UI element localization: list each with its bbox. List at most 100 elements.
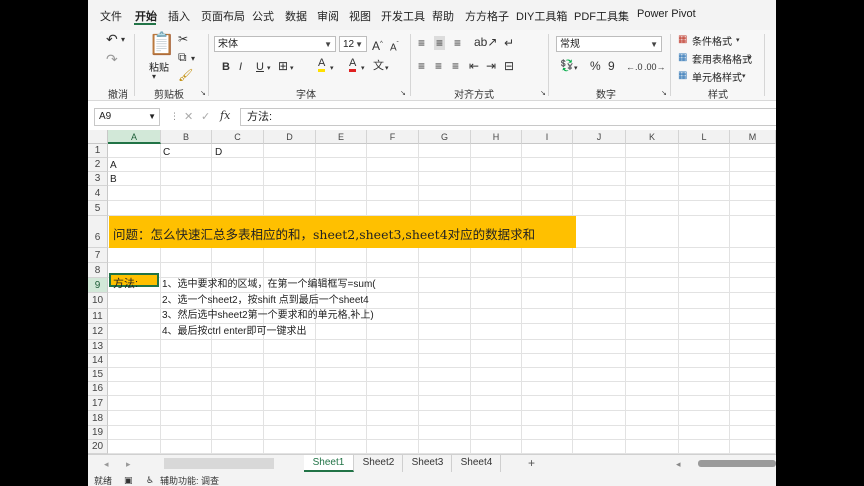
comma-style-button[interactable]: 9 [608, 59, 615, 73]
column-header-i[interactable]: I [522, 130, 573, 144]
tab-pdf-tools[interactable]: PDF工具集 [574, 8, 629, 24]
fill-color-button[interactable]: A [318, 58, 326, 72]
align-bottom-icon[interactable]: ≡ [454, 36, 461, 50]
tab-diy-toolbox[interactable]: DIY工具箱 [516, 8, 567, 24]
horizontal-scrollbar[interactable] [698, 460, 776, 467]
shrink-font-button[interactable]: Aˇ [390, 38, 399, 55]
confirm-entry-icon[interactable]: ✓ [201, 110, 210, 124]
decrease-indent-icon[interactable]: ⇤ [469, 59, 479, 73]
copy-dropdown-icon[interactable]: ▾ [191, 52, 195, 66]
format-as-table-button[interactable]: 套用表格格式 [692, 51, 752, 66]
macro-record-icon[interactable]: ▣ [124, 473, 133, 486]
column-header-e[interactable]: E [316, 130, 367, 144]
row-header-14[interactable]: 14 [88, 354, 108, 368]
merge-cells-icon[interactable]: ⊟ [504, 59, 514, 73]
chevron-down-icon[interactable]: ▾ [742, 70, 746, 84]
underline-button[interactable]: U [256, 60, 264, 74]
border-icon[interactable]: ⊞ [278, 59, 288, 73]
cell-styles-button[interactable]: 单元格样式 [692, 69, 742, 84]
conditional-format-button[interactable]: 条件格式 [692, 33, 732, 48]
increase-decimal-icon[interactable]: ←.0 [626, 60, 643, 74]
italic-button[interactable]: I [239, 60, 242, 74]
column-header-j[interactable]: J [573, 130, 626, 144]
row-header-3[interactable]: 3 [88, 172, 108, 186]
number-launcher-icon[interactable]: ↘ [661, 87, 667, 101]
decrease-decimal-icon[interactable]: .00→ [644, 60, 666, 74]
tab-data[interactable]: 数据 [285, 8, 307, 24]
font-size-select[interactable]: 12 ▼ [339, 36, 367, 52]
font-color-dropdown-icon[interactable]: ▾ [361, 62, 365, 76]
row-header-1[interactable]: 1 [88, 144, 108, 158]
row-header-13[interactable]: 13 [88, 340, 108, 354]
paste-dropdown-icon[interactable]: ▾ [152, 70, 156, 84]
sheet-tab-sheet2[interactable]: Sheet2 [355, 455, 403, 472]
column-header-h[interactable]: H [471, 130, 522, 144]
row-header-2[interactable]: 2 [88, 158, 108, 172]
sheet-tab-sheet3[interactable]: Sheet3 [404, 455, 452, 472]
worksheet-grid[interactable]: ABCDEFGHIJKLM 1 2 3 4 5 6 7 8 9 10 11 12 13 14 15 16 17 1… [88, 130, 776, 454]
tab-page-layout[interactable]: 页面布局 [201, 8, 245, 24]
step-4-text[interactable]: 4、最后按ctrl enter即可一键求出 [162, 322, 306, 337]
tab-review[interactable]: 审阅 [317, 8, 339, 24]
tab-power-pivot[interactable]: Power Pivot [637, 8, 696, 20]
tab-formulas[interactable]: 公式 [252, 8, 274, 24]
tab-developer[interactable]: 开发工具 [381, 8, 425, 24]
sheet-tab-sheet4[interactable]: Sheet4 [453, 455, 501, 472]
orientation-icon[interactable]: ab↗ [474, 35, 497, 49]
insert-function-icon[interactable]: fx [220, 109, 230, 123]
column-header-b[interactable]: B [161, 130, 212, 144]
tab-view[interactable]: 视图 [349, 8, 371, 24]
row-header-20[interactable]: 20 [88, 440, 108, 454]
row-header-5[interactable]: 5 [88, 201, 108, 216]
column-header-m[interactable]: M [730, 130, 776, 144]
step-2-text[interactable]: 2、选一个sheet2，按shift 点到最后一个sheet4 [162, 291, 369, 306]
row-header-11[interactable]: 11 [88, 309, 108, 324]
wrap-text-icon[interactable]: ↵ [504, 36, 514, 50]
sheet-tab-sheet1[interactable]: Sheet1 [304, 455, 354, 472]
column-header-k[interactable]: K [626, 130, 679, 144]
row-header-10[interactable]: 10 [88, 293, 108, 309]
step-1-text[interactable]: 1、选中要求和的区域，在第一个编辑框写=sum( [162, 275, 376, 290]
alignment-launcher-icon[interactable]: ↘ [540, 87, 546, 101]
row-header-12[interactable]: 12 [88, 324, 108, 340]
font-color-button[interactable]: A [349, 58, 357, 72]
column-header-l[interactable]: L [679, 130, 730, 144]
tab-insert[interactable]: 插入 [168, 8, 190, 24]
row-header-17[interactable]: 17 [88, 396, 108, 411]
phonetic-dropdown-icon[interactable]: ▾ [385, 62, 389, 76]
align-center-icon[interactable]: ≡ [435, 59, 442, 73]
cell-b1[interactable]: C [163, 147, 170, 158]
column-header-g[interactable]: G [419, 130, 471, 144]
bold-button[interactable]: B [222, 60, 230, 74]
increase-indent-icon[interactable]: ⇥ [486, 59, 496, 73]
tab-file[interactable]: 文件 [100, 8, 122, 24]
name-box[interactable]: A9 ▼ [94, 108, 160, 126]
align-top-icon[interactable]: ≡ [418, 36, 425, 50]
row-header-15[interactable]: 15 [88, 368, 108, 382]
more-options-icon[interactable]: ⋮ [170, 109, 179, 123]
redo-icon[interactable]: ↷ [106, 52, 118, 66]
underline-dropdown-icon[interactable]: ▾ [267, 62, 271, 76]
column-header-a[interactable]: A [108, 130, 161, 144]
row-header-8[interactable]: 8 [88, 263, 108, 278]
border-dropdown-icon[interactable]: ▾ [290, 62, 294, 76]
select-all-corner[interactable] [88, 130, 108, 144]
accessibility-icon[interactable]: ♿ [146, 473, 154, 486]
cell-a2[interactable]: A [110, 160, 117, 171]
fill-dropdown-icon[interactable]: ▾ [330, 62, 334, 76]
hscroll-left-icon[interactable]: ◂ [676, 457, 681, 471]
chevron-down-icon[interactable]: ▾ [736, 34, 740, 48]
row-header-19[interactable]: 19 [88, 426, 108, 440]
align-middle-icon[interactable]: ≡ [434, 36, 446, 50]
cell-a3[interactable]: B [110, 174, 117, 185]
formula-input[interactable]: 方法: [240, 108, 776, 126]
row-header-7[interactable]: 7 [88, 248, 108, 263]
percent-button[interactable]: % [590, 59, 601, 73]
row-header-6[interactable]: 6 [88, 216, 108, 248]
phonetic-icon[interactable]: 文 [373, 59, 384, 73]
undo-icon[interactable]: ↶ [106, 32, 118, 46]
format-painter-icon[interactable]: 🖌 [178, 68, 193, 82]
scroll-right-icon[interactable]: ▸ [126, 457, 131, 471]
grow-font-button[interactable]: A^ [372, 37, 383, 53]
column-header-f[interactable]: F [367, 130, 419, 144]
